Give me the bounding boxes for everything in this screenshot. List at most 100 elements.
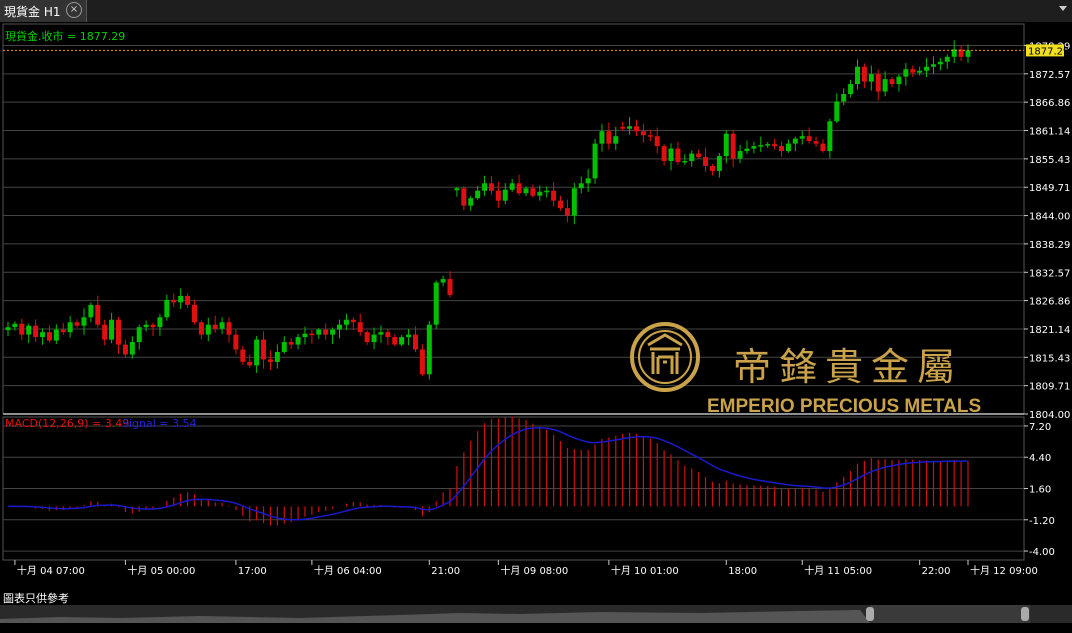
candle-body <box>247 361 253 366</box>
candle-body <box>965 50 971 57</box>
caret-down-icon[interactable] <box>1058 5 1068 13</box>
candle-body <box>848 84 854 95</box>
candle-body <box>226 322 232 335</box>
candle-body <box>599 131 605 144</box>
candle-body <box>150 324 156 328</box>
time-scrollbar[interactable] <box>0 605 1072 623</box>
candle-body <box>930 64 936 67</box>
bottom-bar: 圖表只供參考 <box>0 590 1072 633</box>
candle-body <box>371 334 377 343</box>
candle-body <box>772 144 778 147</box>
macd-tick-label: 1.60 <box>1029 485 1051 496</box>
candle-body <box>95 304 101 325</box>
candle-body <box>689 153 695 161</box>
candle-body <box>606 131 612 144</box>
time-tick-label: 18:00 <box>728 566 757 577</box>
candle-body <box>592 143 598 179</box>
candle-body <box>537 191 543 196</box>
close-icon[interactable]: × <box>66 2 82 18</box>
candle-body <box>254 339 260 366</box>
candle-body <box>834 101 840 122</box>
candle-body <box>488 183 494 191</box>
candle-body <box>67 322 73 333</box>
scroll-handle-right[interactable] <box>1021 607 1029 621</box>
candle-body <box>558 200 564 209</box>
candle-body <box>924 66 930 71</box>
time-tick-label: 十月 11 05:00 <box>804 564 872 577</box>
candle-body <box>302 333 308 338</box>
candle-body <box>758 145 764 147</box>
candle-body <box>461 188 467 206</box>
candle-body <box>447 279 453 295</box>
candle-body <box>136 327 142 343</box>
price-tick-label: 1826.86 <box>1029 297 1070 308</box>
candle-body <box>799 136 805 139</box>
candle-body <box>178 295 184 303</box>
candle-body <box>875 74 881 92</box>
candle-body <box>274 351 280 362</box>
candle-body <box>399 337 405 345</box>
chart-area[interactable]: 1878.291872.571866.861861.141855.431849.… <box>0 22 1072 590</box>
candle-body <box>157 317 163 328</box>
time-tick-label: 十月 05 00:00 <box>127 564 195 577</box>
tab-title: 現貨金 H1 <box>4 5 61 19</box>
candle-body <box>109 319 115 340</box>
price-tick-label: 1838.29 <box>1029 240 1070 251</box>
candle-body <box>813 141 819 144</box>
candle-body <box>198 322 204 335</box>
candle-body <box>233 334 239 350</box>
candle-body <box>316 329 322 335</box>
candle-body <box>551 190 557 201</box>
candle-body <box>267 359 273 362</box>
scroll-handle-left[interactable] <box>866 607 874 621</box>
candle-body <box>26 325 32 335</box>
price-tick-label: 1866.86 <box>1029 98 1070 109</box>
candle-body <box>385 332 391 338</box>
scrollbar-overview <box>0 605 1030 623</box>
candle-body <box>343 319 349 325</box>
time-tick-label: 22:00 <box>922 566 951 577</box>
candle-body <box>419 349 425 375</box>
candle-body <box>571 188 577 216</box>
candle-body <box>654 136 660 147</box>
candle-body <box>896 76 902 85</box>
candle-body <box>854 66 860 85</box>
candle-body <box>40 332 46 338</box>
candle-body <box>703 157 709 166</box>
candle-body <box>81 317 87 326</box>
company-name-cn: 帝鋒貴金屬 <box>733 345 963 389</box>
candle-body <box>288 342 294 345</box>
candle-body <box>191 304 197 323</box>
candle-body <box>937 61 943 65</box>
candle-body <box>171 299 177 303</box>
candle-body <box>716 156 722 171</box>
candle-body <box>330 329 336 335</box>
candle-body <box>668 148 674 161</box>
candle-body <box>309 333 315 336</box>
macd-tick-label: 7.20 <box>1029 422 1051 433</box>
candle-body <box>468 198 474 206</box>
candle-body <box>495 190 501 201</box>
candle-body <box>765 144 771 146</box>
chart-tab[interactable]: 現貨金 H1 × <box>0 0 87 22</box>
candle-body <box>827 121 833 152</box>
candle-body <box>647 135 653 137</box>
candle-body <box>164 299 170 318</box>
candle-body <box>744 148 750 152</box>
candle-body <box>454 188 460 191</box>
candle-body <box>357 322 363 333</box>
time-tick-label: 十月 09 08:00 <box>500 564 568 577</box>
candle-body <box>185 295 191 305</box>
candle-body <box>426 324 432 375</box>
candle-body <box>392 337 398 345</box>
price-tick-label: 1821.14 <box>1029 325 1070 336</box>
price-tick-label: 1861.14 <box>1029 127 1070 138</box>
time-tick-label: 21:00 <box>431 566 460 577</box>
candle-body <box>46 332 52 341</box>
candle-body <box>33 325 39 338</box>
candle-body <box>682 160 688 163</box>
candle-body <box>219 322 225 329</box>
price-tick-label: 1849.71 <box>1029 183 1070 194</box>
price-tick-label: 1809.71 <box>1029 382 1070 393</box>
chart-title: 現貨金.收市 = 1877.29 <box>5 29 125 43</box>
